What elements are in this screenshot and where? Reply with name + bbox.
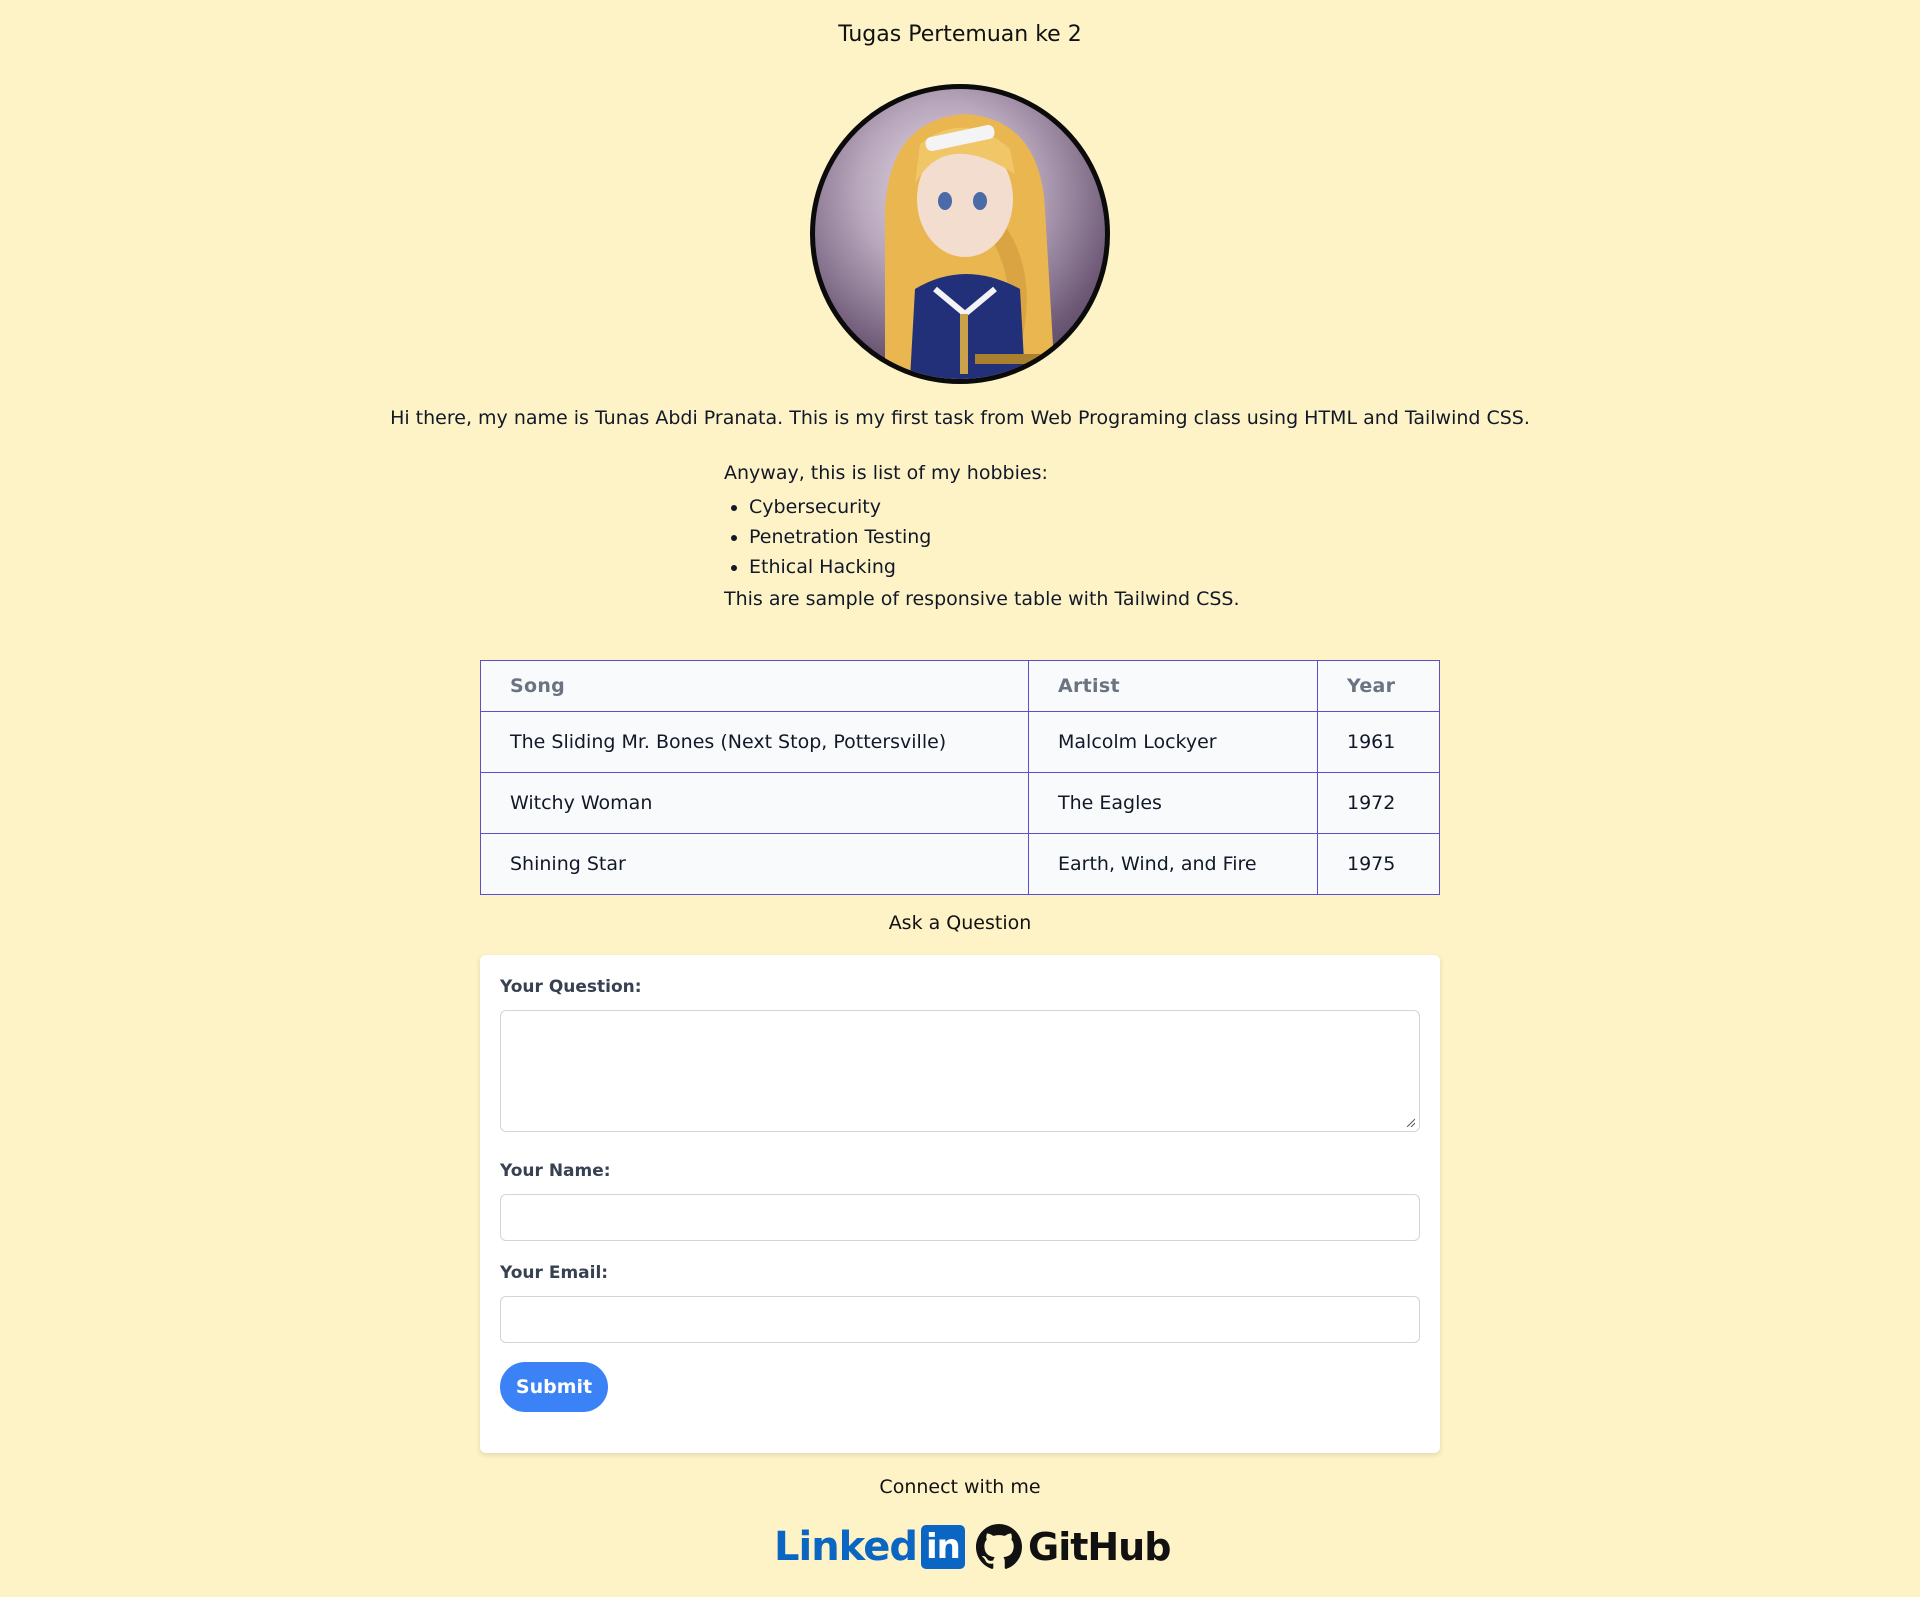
hobby-item: Penetration Testing bbox=[749, 522, 1324, 552]
anime-character-portrait-icon bbox=[885, 114, 1055, 379]
name-input[interactable] bbox=[500, 1194, 1420, 1241]
linkedin-link[interactable]: Linked in bbox=[774, 1522, 965, 1572]
table-row: The Sliding Mr. Bones (Next Stop, Potter… bbox=[480, 711, 1440, 773]
connect-heading: Connect with me bbox=[879, 1476, 1041, 1498]
column-header-artist: Artist bbox=[1028, 660, 1318, 712]
column-header-song: Song bbox=[480, 660, 1029, 712]
question-form: Your Question: Your Name: Your Email: Su… bbox=[480, 955, 1440, 1453]
email-input[interactable] bbox=[500, 1296, 1420, 1343]
ask-question-heading: Ask a Question bbox=[888, 912, 1032, 934]
table-note: This are sample of responsive table with… bbox=[724, 588, 1240, 610]
hobby-item: Ethical Hacking bbox=[749, 552, 1324, 582]
table-cell-artist: Malcolm Lockyer bbox=[1028, 711, 1318, 773]
table-header-row: Song Artist Year bbox=[480, 660, 1440, 712]
table-cell-year: 1961 bbox=[1317, 711, 1440, 773]
songs-table-container: Song Artist Year The Sliding Mr. Bones (… bbox=[480, 660, 1440, 895]
column-header-year: Year bbox=[1317, 660, 1440, 712]
github-octocat-icon bbox=[976, 1524, 1022, 1569]
hobbies-section: Anyway, this is list of my hobbies: Cybe… bbox=[724, 462, 1324, 610]
table-cell-year: 1975 bbox=[1317, 833, 1440, 895]
hobby-item: Cybersecurity bbox=[749, 492, 1324, 522]
linkedin-logo-box: in bbox=[920, 1525, 965, 1569]
table-cell-song: The Sliding Mr. Bones (Next Stop, Potter… bbox=[480, 711, 1029, 773]
profile-avatar bbox=[810, 84, 1110, 384]
hobbies-list: Cybersecurity Penetration Testing Ethica… bbox=[724, 492, 1324, 582]
linkedin-logo-text: Linked bbox=[774, 1524, 918, 1570]
github-logo-text: GitHub bbox=[1028, 1525, 1171, 1569]
github-link[interactable]: GitHub bbox=[976, 1522, 1171, 1572]
resize-handle-icon[interactable] bbox=[1405, 1117, 1415, 1127]
page-title: Tugas Pertemuan ke 2 bbox=[838, 22, 1082, 47]
intro-text: Hi there, my name is Tunas Abdi Pranata.… bbox=[390, 407, 1530, 429]
table-cell-song: Witchy Woman bbox=[480, 772, 1029, 834]
email-label: Your Email: bbox=[500, 1263, 609, 1283]
table-row: Shining Star Earth, Wind, and Fire 1975 bbox=[480, 833, 1440, 895]
table-cell-artist: The Eagles bbox=[1028, 772, 1318, 834]
name-label: Your Name: bbox=[500, 1161, 611, 1181]
question-textarea[interactable] bbox=[500, 1010, 1420, 1132]
table-cell-artist: Earth, Wind, and Fire bbox=[1028, 833, 1318, 895]
table-row: Witchy Woman The Eagles 1972 bbox=[480, 772, 1440, 834]
table-cell-year: 1972 bbox=[1317, 772, 1440, 834]
songs-table: Song Artist Year The Sliding Mr. Bones (… bbox=[480, 660, 1440, 895]
submit-button[interactable]: Submit bbox=[500, 1362, 608, 1412]
hobbies-heading: Anyway, this is list of my hobbies: bbox=[724, 462, 1048, 484]
question-label: Your Question: bbox=[500, 977, 642, 997]
table-cell-song: Shining Star bbox=[480, 833, 1029, 895]
